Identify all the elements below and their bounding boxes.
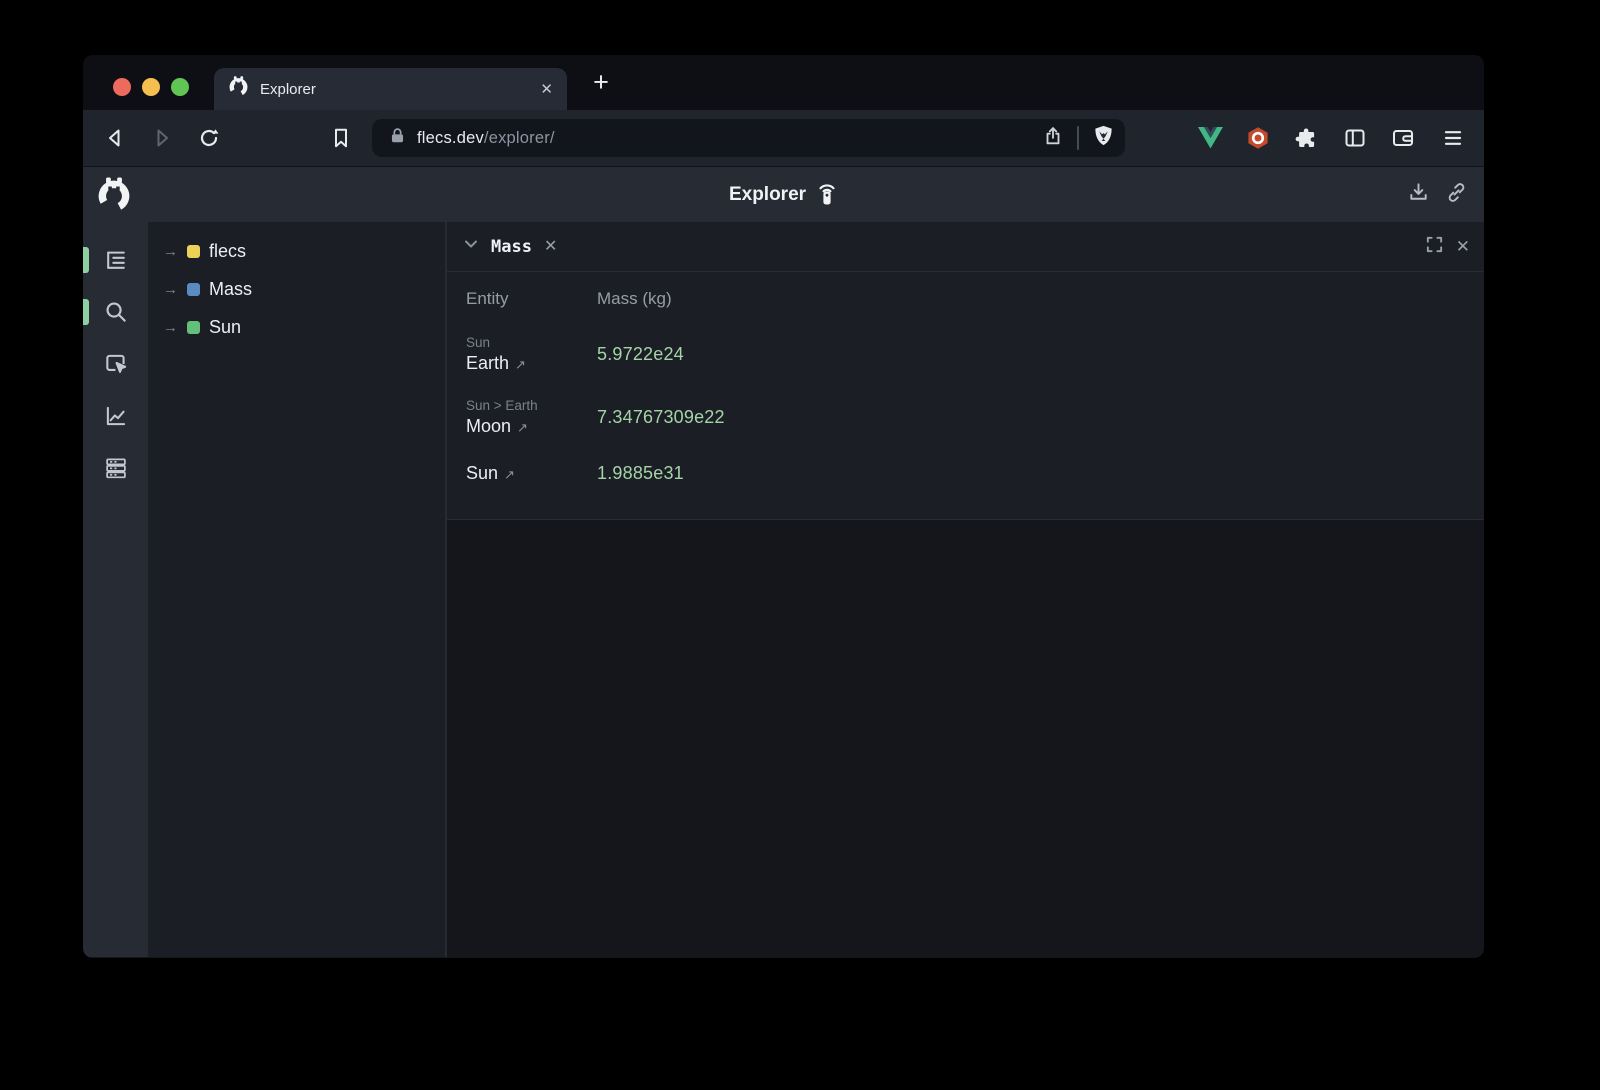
tree-item-mass[interactable]: → Mass	[148, 270, 445, 308]
bookmark-icon[interactable]	[329, 126, 353, 150]
wallet-icon[interactable]	[1391, 126, 1415, 150]
external-link-icon[interactable]: ↗	[515, 357, 526, 372]
hexagon-ext-icon[interactable]	[1246, 126, 1270, 150]
sidebar-panel-icon[interactable]	[1343, 126, 1367, 150]
tab-title: Explorer	[260, 81, 529, 98]
sidebar-item-tables[interactable]	[83, 442, 148, 494]
query-panel: Mass ✕ ✕ Entity Mass (kg) Sun Earth ↗	[445, 222, 1484, 957]
download-icon[interactable]	[1407, 181, 1430, 209]
active-indicator	[83, 247, 89, 273]
new-tab-button[interactable]: +	[586, 68, 616, 98]
browser-tab-bar: Explorer ✕ +	[83, 55, 1484, 110]
entity-link[interactable]: Moon	[466, 416, 511, 436]
empty-canvas	[447, 520, 1484, 957]
external-link-icon[interactable]: ↗	[517, 420, 528, 435]
table-header-row: Entity Mass (kg)	[466, 272, 1484, 326]
module-square-icon	[187, 245, 200, 258]
browser-toolbar: flecs.dev/explorer/	[83, 110, 1484, 166]
column-header-value: Mass (kg)	[597, 289, 672, 309]
entity-parent-path: Sun	[466, 335, 597, 350]
table-row: Sun > Earth Moon ↗ 7.34767309e22	[466, 389, 1484, 446]
extensions-puzzle-icon[interactable]	[1294, 126, 1318, 150]
tree-item-label: flecs	[209, 241, 246, 262]
chevron-down-icon[interactable]	[463, 236, 479, 257]
menu-icon[interactable]	[1441, 126, 1465, 150]
query-tab-close-icon[interactable]: ✕	[544, 239, 557, 255]
reload-icon[interactable]	[197, 126, 221, 150]
query-tab-bar: Mass ✕ ✕	[447, 222, 1484, 272]
close-window-button[interactable]	[113, 78, 131, 96]
table-row: Sun ↗ 1.9885e31	[466, 454, 1484, 493]
entity-link[interactable]: Earth	[466, 353, 509, 373]
query-result-table: Entity Mass (kg) Sun Earth ↗ 5.9722e24 Su…	[447, 272, 1484, 520]
traffic-lights	[113, 78, 189, 96]
url-text: flecs.dev/explorer/	[417, 129, 555, 148]
share-icon[interactable]	[1042, 125, 1064, 152]
entity-square-icon	[187, 321, 200, 334]
query-tab-label[interactable]: Mass	[491, 237, 532, 257]
flecs-favicon-icon	[228, 76, 249, 102]
brave-shield-icon[interactable]	[1092, 124, 1115, 152]
mass-value: 1.9885e31	[597, 463, 684, 484]
address-bar[interactable]: flecs.dev/explorer/	[372, 119, 1125, 157]
tree-item-label: Mass	[209, 279, 252, 300]
mass-value: 5.9722e24	[597, 344, 684, 365]
app-header: Explorer	[83, 166, 1484, 222]
vue-devtools-icon[interactable]	[1198, 126, 1222, 150]
maximize-window-button[interactable]	[171, 78, 189, 96]
column-header-entity: Entity	[466, 289, 597, 309]
component-square-icon	[187, 283, 200, 296]
expand-panel-icon[interactable]	[1425, 235, 1444, 259]
link-icon[interactable]	[1445, 181, 1468, 209]
tree-item-label: Sun	[209, 317, 241, 338]
page-title: Explorer	[729, 184, 806, 206]
sidebar-item-inspector[interactable]	[83, 338, 148, 390]
sidebar-item-tree[interactable]	[83, 234, 148, 286]
url-path: /explorer/	[484, 129, 555, 147]
entity-link[interactable]: Sun	[466, 463, 498, 483]
active-indicator	[83, 299, 89, 325]
mass-value: 7.34767309e22	[597, 407, 725, 428]
flecs-logo[interactable]	[96, 177, 132, 218]
tab-close-icon[interactable]: ✕	[540, 82, 553, 97]
browser-tab-explorer[interactable]: Explorer ✕	[214, 68, 567, 110]
minimize-window-button[interactable]	[142, 78, 160, 96]
expand-arrow-icon[interactable]: →	[163, 319, 178, 336]
app-sidebar	[83, 222, 148, 957]
back-icon[interactable]	[103, 126, 127, 150]
lock-icon	[388, 126, 407, 150]
entity-parent-path: Sun > Earth	[466, 398, 597, 413]
sidebar-item-stats[interactable]	[83, 390, 148, 442]
entity-tree-panel: → flecs → Mass → Sun	[148, 222, 445, 957]
divider	[1077, 126, 1079, 150]
tree-item-sun[interactable]: → Sun	[148, 308, 445, 346]
connection-icon[interactable]	[816, 180, 838, 210]
expand-arrow-icon[interactable]: →	[163, 243, 178, 260]
browser-window: Explorer ✕ + flecs.dev/explorer/	[83, 55, 1484, 958]
expand-arrow-icon[interactable]: →	[163, 281, 178, 298]
sidebar-item-search[interactable]	[83, 286, 148, 338]
url-domain: flecs.dev	[417, 129, 484, 147]
table-row: Sun Earth ↗ 5.9722e24	[466, 326, 1484, 383]
panel-close-icon[interactable]: ✕	[1456, 238, 1470, 255]
forward-icon[interactable]	[150, 126, 174, 150]
external-link-icon[interactable]: ↗	[504, 467, 515, 482]
tree-item-flecs[interactable]: → flecs	[148, 232, 445, 270]
